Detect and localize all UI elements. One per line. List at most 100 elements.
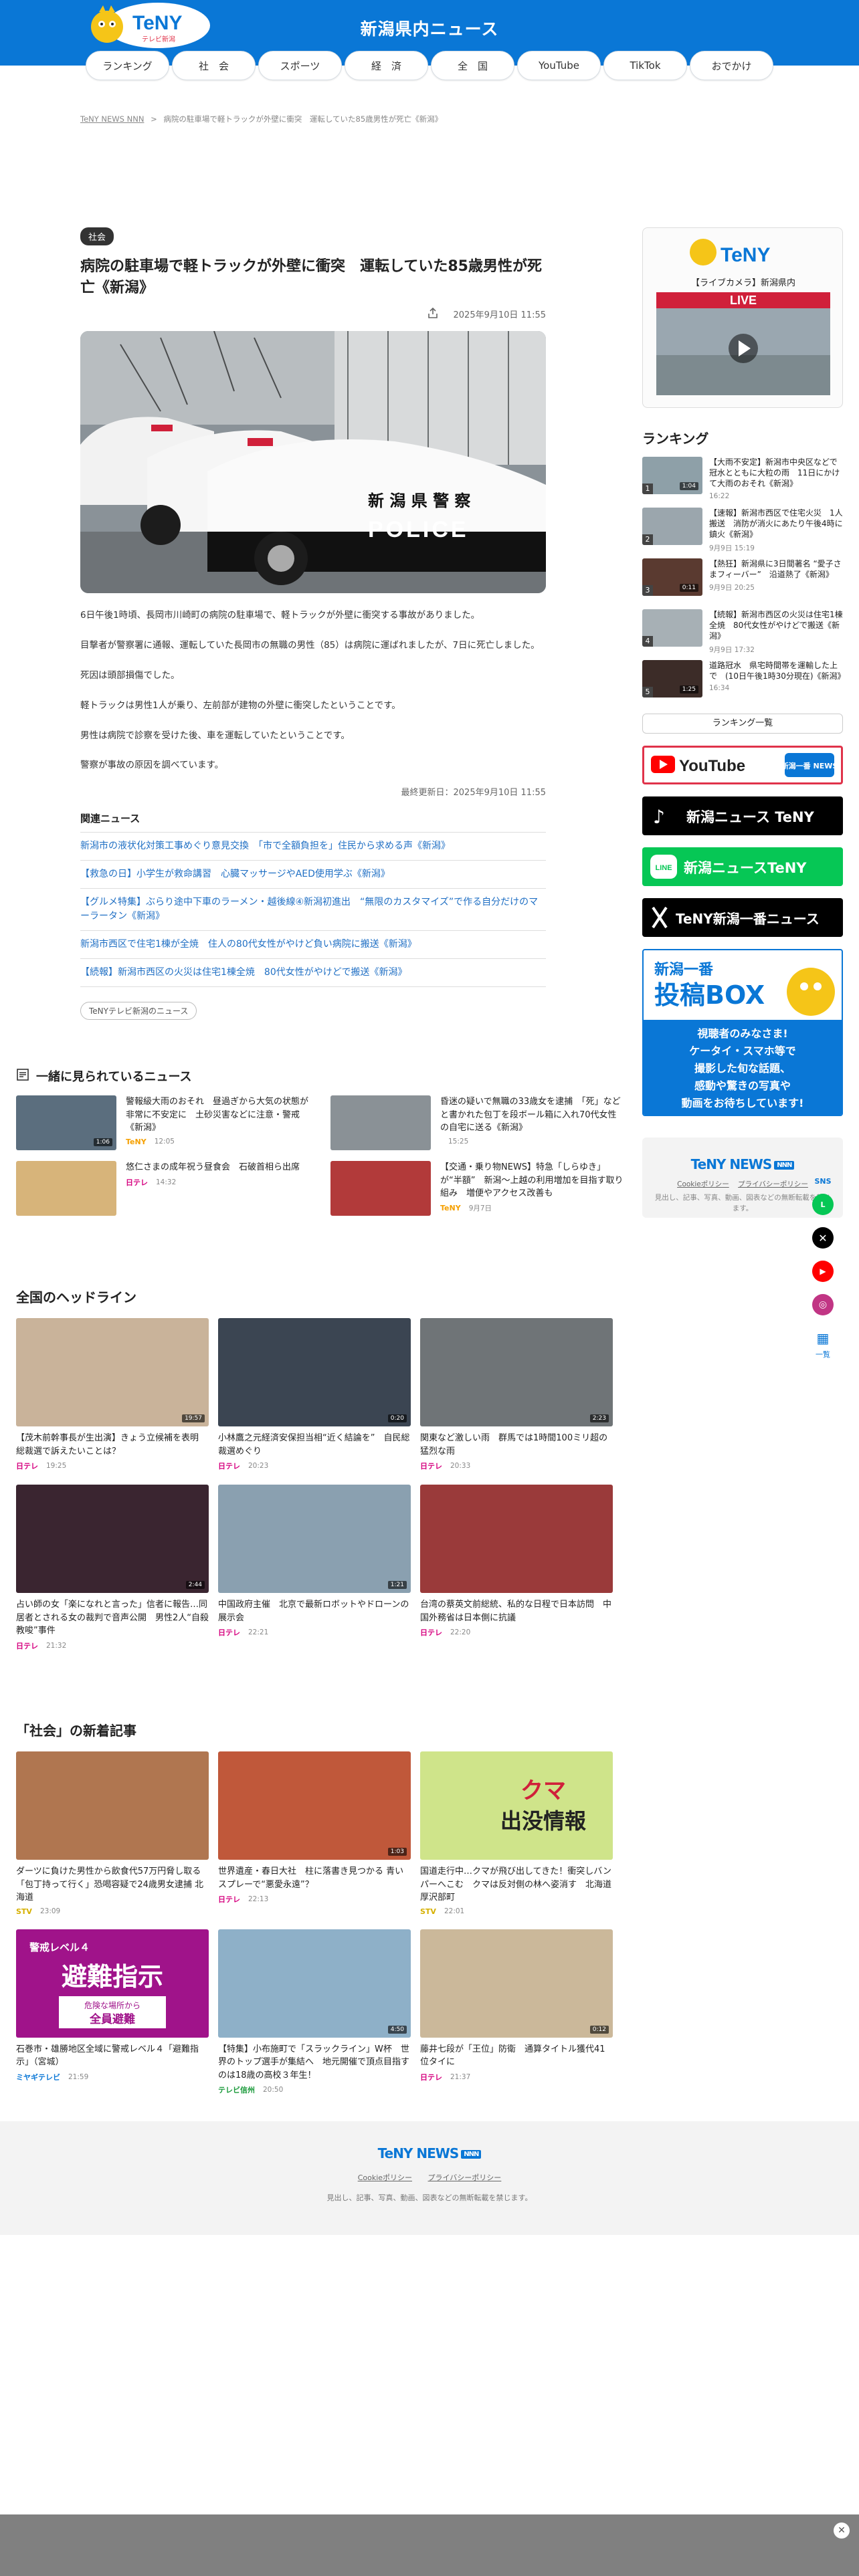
- ranking-item[interactable]: 2 【速報】新潟市西区で住宅火災 1人搬送 消防が消火にあたり午後4時に鎮火《新…: [642, 508, 843, 558]
- hero-sign: 新 潟 県 警 察: [368, 492, 471, 510]
- x-icon[interactable]: ✕: [812, 1227, 834, 1249]
- x-banner[interactable]: TeNY新潟一番ニュース: [642, 898, 843, 937]
- news-thumb: 0:20: [218, 1318, 411, 1426]
- line-icon[interactable]: L: [812, 1194, 834, 1215]
- society-card[interactable]: 警戒レベル４ 避難指示 危険な場所から 全員避難 石巻市・雄勝地区全域に警戒レベ…: [16, 1929, 209, 2096]
- privacy-link[interactable]: プライバシーポリシー: [738, 1180, 808, 1188]
- ranking-item[interactable]: 4 【続報】新潟市西区の火災は住宅1棟全焼 80代女性がやけどで搬送《新潟》 9月…: [642, 609, 843, 660]
- ranking-thumb: 3 0:11: [642, 558, 702, 596]
- breadcrumb-home[interactable]: TeNY NEWS NNN: [80, 114, 144, 124]
- line-banner[interactable]: LINE 新潟ニュースTeNY: [642, 847, 843, 886]
- national-card[interactable]: 2:23 関東など激しい雨 群馬では1時間100ミリ超の猛烈な雨 日テレ 20:3…: [420, 1318, 613, 1471]
- grid-icon[interactable]: ▦: [812, 1327, 834, 1349]
- news-thumb: 警戒レベル４ 避難指示 危険な場所から 全員避難: [16, 1929, 209, 2038]
- ranking-title: 【速報】新潟市西区で住宅火災 1人搬送 消防が消火にあたり午後4時に鎮火《新潟》: [709, 508, 843, 540]
- toukou-line4: 感動や驚きの写真や: [694, 1079, 791, 1092]
- news-meta: STV 22:01: [420, 1907, 465, 1916]
- national-card[interactable]: 2:44 占い師の女「楽になれと言った」信者に報告…同居者とされる女の裁判で音声…: [16, 1485, 209, 1651]
- category-badge[interactable]: 社会: [80, 227, 114, 245]
- duration: 2:44: [185, 1581, 205, 1589]
- sns-label: SNS: [814, 1177, 832, 1186]
- society-card[interactable]: 0:12 藤井七段が「王位」防衛 通算タイトル獲代41位タイに 日テレ 21:37: [420, 1929, 613, 2096]
- related-link[interactable]: 【グルメ特集】ぶらり途中下車のラーメン・越後線④新潟初進出 “無限のカスタマイズ…: [80, 889, 546, 932]
- news-thumb: 19:57: [16, 1318, 209, 1426]
- bottom-ad-bar: ✕: [0, 2514, 859, 2576]
- cookie-link[interactable]: Cookieポリシー: [677, 1180, 729, 1188]
- also-viewed-item[interactable]: 1:06 警報級大雨のおそれ 昼過ぎから大気の状態が非常に不安定に 土砂災害など…: [16, 1095, 310, 1150]
- footer-privacy-link[interactable]: プライバシーポリシー: [428, 2173, 502, 2182]
- footer-links: Cookieポリシー プライバシーポリシー: [0, 2172, 859, 2183]
- site-title: 新潟県内ニュース: [360, 19, 499, 39]
- news-meta: 日テレ 20:33: [420, 1462, 471, 1471]
- ranking-date: 9月9日 17:32: [709, 645, 755, 654]
- society-card[interactable]: 4:50 【特集】小布施町で「スラックライン」W杯 世界のトップ選手が集結へ 地…: [218, 1929, 411, 2096]
- bear-sign-2: 出没情報: [500, 1808, 586, 1834]
- duration: 2:23: [589, 1414, 609, 1422]
- more-label[interactable]: 一覧: [808, 1349, 838, 1360]
- news-title: 関東など激しい雨 群馬では1時間100ミリ超の猛烈な雨: [420, 1433, 608, 1457]
- channel-tag[interactable]: TeNYテレビ新潟のニュース: [80, 1002, 197, 1021]
- youtube-icon[interactable]: ▶: [812, 1261, 834, 1282]
- nav-odekake[interactable]: おでかけ: [690, 51, 773, 80]
- youtube-tag: 新潟一番 NEWS: [781, 761, 838, 770]
- duration: 0:11: [679, 584, 698, 592]
- nav-sports[interactable]: スポーツ: [258, 51, 342, 80]
- ranking-heading: ランキング: [642, 431, 709, 447]
- national-card[interactable]: 0:20 小林鷹之元経済安保担当相“近く結論を” 自民総裁選めぐり 日テレ 20:…: [218, 1318, 411, 1471]
- social-rail: SNS L ✕ ▶ ◎ ▦ 一覧: [808, 1177, 838, 1398]
- also-viewed-item[interactable]: 【交通・乗り物NEWS】特急「しらゆき」が“半額” 新潟〜上越の利用増加を目指す…: [330, 1161, 625, 1216]
- news-meta: TeNY 12:05: [126, 1137, 175, 1146]
- national-card[interactable]: 19:57 【茂木前幹事長が生出演】きょう立候補を表明 総裁選で訴えたいことは？…: [16, 1318, 209, 1471]
- national-card[interactable]: 1:21 中国政府主催 北京で最新ロボットやドローンの展示会 日テレ 22:21: [218, 1485, 411, 1651]
- nav-ranking[interactable]: ランキング: [86, 51, 169, 80]
- evac-box-1: 危険な場所から: [84, 2001, 140, 2010]
- society-heading: 「社会」の新着記事: [16, 1723, 136, 1739]
- related-link[interactable]: 新潟市の液状化対策工事めぐり意見交換 「市で全額負担を」住民から求める声《新潟》: [80, 833, 546, 861]
- nav-economy[interactable]: 経 済: [345, 51, 428, 80]
- society-card[interactable]: ダーツに負けた男性から飲食代57万円脅し取る「包丁持って行く」恐喝容疑で24歳男…: [16, 1751, 209, 1916]
- national-card[interactable]: 台湾の蔡英文前総統、私的な日程で日本訪問 中国外務省は日本側に抗議 日テレ 22:…: [420, 1485, 613, 1651]
- news-meta: 日テレ 21:32: [16, 1641, 67, 1650]
- live-camera[interactable]: TeNY 【ライブカメラ】新潟県内 LIVE: [642, 227, 843, 408]
- ranking-thumb: 5 1:25: [642, 660, 702, 697]
- toukou-line1: 視聴者のみなさま!: [696, 1027, 787, 1040]
- also-viewed-item[interactable]: 昏迷の疑いで無職の33歳女を逮捕 「死」などと書かれた包丁を段ボール箱に入れ70…: [330, 1095, 625, 1150]
- news-meta: テレビ信州 20:50: [218, 2086, 284, 2095]
- youtube-banner[interactable]: YouTube 新潟一番 NEWS: [642, 746, 843, 784]
- share-icon[interactable]: [427, 307, 439, 322]
- society-card[interactable]: 1:03 世界遺産・春日大社 柱に落書き見つかる 青いスプレーで“悪愛永遠”？ …: [218, 1751, 411, 1916]
- news-title: 中国政府主催 北京で最新ロボットやドローンの展示会: [218, 1600, 409, 1623]
- nav-national[interactable]: 全 国: [431, 51, 514, 80]
- related-link[interactable]: 新潟市西区で住宅1棟が全焼 住人の80代女性がやけど負い病院に搬送《新潟》: [80, 931, 546, 960]
- ranking-date: 9月9日 15:19: [709, 544, 755, 552]
- instagram-icon[interactable]: ◎: [812, 1294, 834, 1315]
- ranking-item[interactable]: 1 1:04 【大雨不安定】新潟市中央区などで冠水とともに大粒の雨 11日にかけて…: [642, 457, 843, 508]
- footer-logo[interactable]: TeNY NEWS NNN: [378, 2145, 482, 2161]
- news-meta: 15:25: [448, 1137, 469, 1146]
- ranking-item[interactable]: 5 1:25 道路冠水 県宅時間帯を運輸した上で (10日午後1時30分現在)《新…: [642, 660, 846, 711]
- ranking-more-button[interactable]: ランキング一覧: [642, 714, 843, 734]
- national-section: 全国のヘッドライン 19:57 【茂木前幹事長が生出演】きょう立候補を表明 総裁…: [16, 1287, 613, 1651]
- alert-level: 警戒レベル４: [29, 1941, 90, 1953]
- also-viewed-item[interactable]: 悠仁さまの成年祝う昼食会 石破首相ら出席 日テレ 14:32: [16, 1161, 310, 1216]
- duration: 0:20: [387, 1414, 407, 1422]
- svg-text:LINE: LINE: [655, 864, 672, 872]
- toukou-line2: ケータイ・スマホ等で: [689, 1045, 796, 1057]
- breadcrumb: TeNY NEWS NNN > 病院の駐車場で軽トラックが外壁に衝突 運転してい…: [80, 114, 442, 124]
- news-thumb: [330, 1095, 431, 1150]
- news-thumb: 1:03: [218, 1751, 411, 1860]
- society-card[interactable]: クマ 出没情報 国道走行中…クマが飛び出してきた！衝突しバンパーへこむ クマは反…: [420, 1751, 613, 1916]
- tiktok-banner[interactable]: ♪ 新潟ニュース TeNY: [642, 796, 843, 835]
- footer-cookie-link[interactable]: Cookieポリシー: [358, 2173, 412, 2182]
- close-icon[interactable]: ✕: [834, 2523, 850, 2539]
- nav-youtube[interactable]: YouTube: [517, 51, 601, 80]
- toukou-box-banner[interactable]: 新潟一番 投稿BOX 視聴者のみなさま! ケータイ・スマホ等で 撮影した旬な話題…: [642, 949, 843, 1116]
- ranking-item[interactable]: 3 0:11 【熱狂】新潟県に3日間著名 “愛子さまフィーバー” 沿道熱了《新潟》…: [642, 558, 843, 609]
- also-viewed-heading: 一緒に見られているニュース: [16, 1067, 611, 1085]
- news-title: 悠仁さまの成年祝う昼食会 石破首相ら出席: [126, 1162, 300, 1172]
- national-heading: 全国のヘッドライン: [16, 1289, 136, 1305]
- related-link[interactable]: 【続報】新潟市西区の火災は住宅1棟全焼 80代女性がやけどで搬送《新潟》: [80, 959, 546, 988]
- nav-society[interactable]: 社 会: [172, 51, 256, 80]
- nav-tiktok[interactable]: TikTok: [603, 51, 687, 80]
- related-link[interactable]: 【救急の日】小学生が救命講習 心臓マッサージやAED使用学ぶ《新潟》: [80, 861, 546, 889]
